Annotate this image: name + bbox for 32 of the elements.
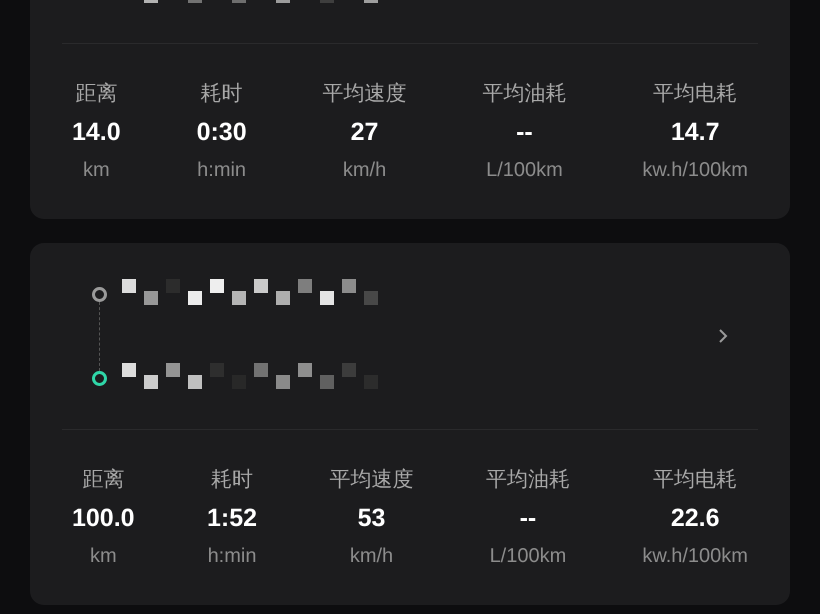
trip-card[interactable]: 距离 100.0 km 耗时 1:52 h:min 平均速度 53 km/h 平均油耗 -- L/100km 平均电耗 22.6 kw.h/100km [30,243,790,605]
stat-label: 平均速度 [322,80,407,106]
stat-label: 耗时 [211,466,254,492]
stat-unit: km/h [342,158,386,182]
stat-value: 1:52 [207,504,258,530]
stat-value: 100.0 [72,504,135,530]
stat-value: -- [520,504,536,530]
stat-value: -- [516,118,533,144]
stat-value: 22.6 [670,504,720,530]
stat-value: 14.7 [670,118,720,144]
stat-value: 0:30 [196,118,247,144]
stat-unit: kw.h/100km [642,158,748,182]
stat-label: 距离 [75,80,118,106]
stat-label: 平均油耗 [486,466,570,492]
stat-label: 平均油耗 [482,80,566,106]
stat-value: 53 [358,504,386,530]
stat-unit: km [90,544,117,568]
stat-unit: h:min [208,544,256,568]
stat-unit: km [83,158,110,182]
stat-value: 14.0 [72,118,121,144]
stat-label: 距离 [82,466,124,492]
stat-label: 平均电耗 [653,466,738,492]
stat-unit: L/100km [490,544,566,568]
trip-card[interactable]: 距离 14.0 km 耗时 0:30 h:min 平均速度 27 km/h 平均油耗 -- L/100km 平均电耗 14.7 kw.h/100km [30,0,790,219]
stat-unit: L/100km [486,158,563,182]
stat-value: 27 [350,118,378,144]
stat-unit: kw.h/100km [642,544,748,568]
stat-label: 平均速度 [329,466,414,492]
stat-label: 平均电耗 [653,80,738,106]
stat-label: 耗时 [200,80,243,106]
stat-unit: h:min [197,158,246,182]
stat-unit: km/h [350,544,394,568]
